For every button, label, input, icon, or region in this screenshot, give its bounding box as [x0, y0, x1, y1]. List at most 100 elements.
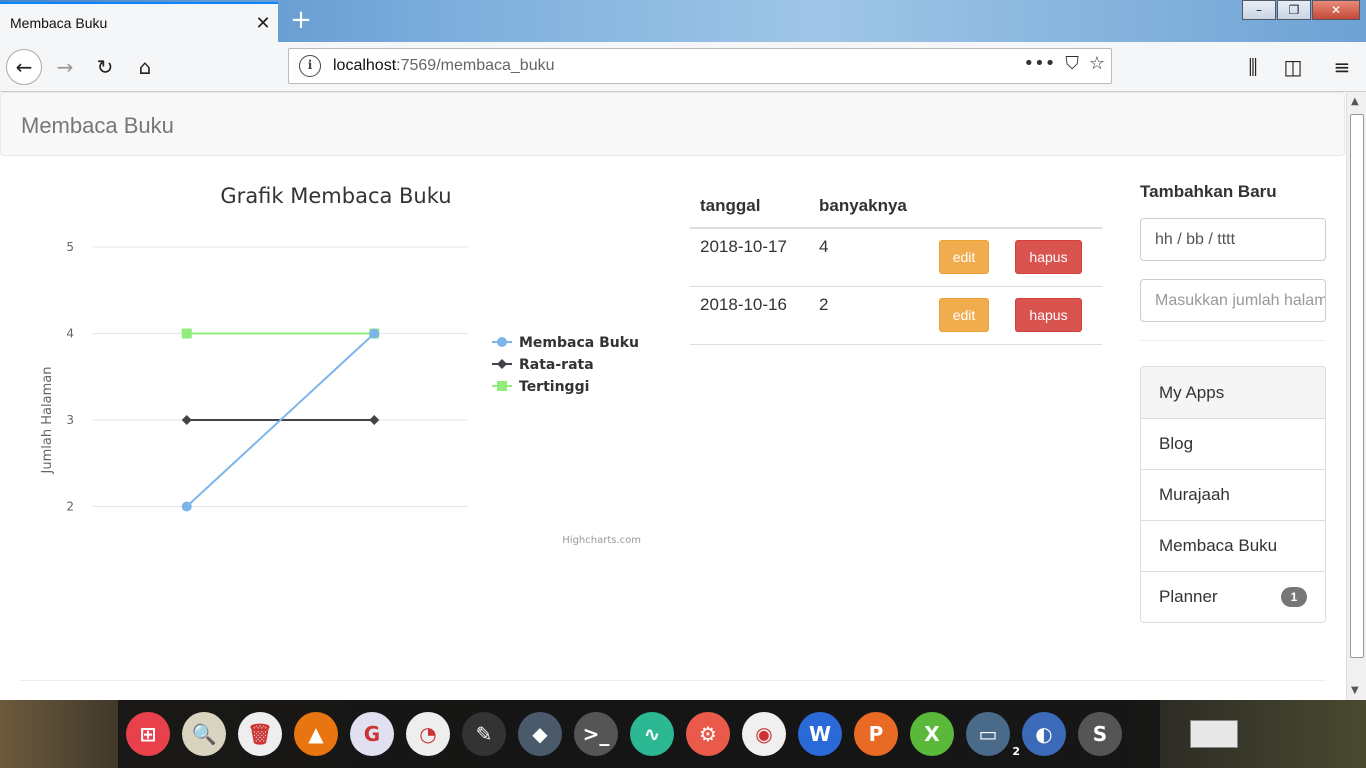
- minimize-icon[interactable]: –: [1242, 0, 1276, 20]
- pocket-icon[interactable]: ⛉: [1065, 53, 1079, 74]
- search-icon[interactable]: 🔍: [182, 712, 226, 756]
- site-info-icon[interactable]: i: [299, 55, 321, 77]
- reload-icon[interactable]: ↻: [88, 50, 122, 84]
- windows-icon[interactable]: ⊞: [126, 712, 170, 756]
- home-icon[interactable]: ⌂: [128, 50, 162, 84]
- close-window-icon[interactable]: ✕: [1312, 0, 1360, 20]
- reading-chart: Grafik Membaca Buku12345Jumlah Halaman20…: [20, 174, 670, 621]
- url-path: :7569/membaca_buku: [396, 57, 555, 74]
- window-controls: – ❐ ✕: [1241, 0, 1360, 20]
- hamburger-menu-icon[interactable]: ≡: [1325, 50, 1359, 84]
- chart-svg: Grafik Membaca Buku12345Jumlah Halaman20…: [40, 184, 641, 621]
- site-navbar: Membaca Buku: [0, 92, 1345, 156]
- chart-credits: Highcharts.com: [562, 535, 641, 546]
- library-icon[interactable]: ⫼: [1236, 50, 1270, 84]
- legend-item: Rata-rata: [519, 357, 594, 373]
- window-titlebar: Membaca Buku ✕ + – ❐ ✕: [0, 0, 1366, 42]
- excel-icon[interactable]: X: [910, 712, 954, 756]
- firefox-icon[interactable]: ◐: [1022, 712, 1066, 756]
- back-arrow-icon[interactable]: ←: [6, 49, 42, 85]
- table-row: 2018-10-17 4 edit hapus: [690, 228, 1102, 287]
- delete-button[interactable]: hapus: [1015, 240, 1082, 274]
- col-header-edit: [929, 184, 1005, 229]
- col-header-hapus: [1005, 184, 1102, 229]
- page-actions-icon[interactable]: •••: [1024, 53, 1056, 74]
- data-point: [181, 501, 192, 512]
- date-input[interactable]: hh / bb / tttt: [1140, 218, 1326, 261]
- delete-button[interactable]: hapus: [1015, 297, 1082, 332]
- dock-badge: 2: [1012, 745, 1020, 758]
- pie-chart-icon[interactable]: ◔: [406, 712, 450, 756]
- trash-icon[interactable]: 🗑: [238, 712, 282, 756]
- apps-list: My Apps Blog Murajaah Membaca Buku Plann…: [1140, 366, 1326, 623]
- navbar-brand[interactable]: Membaca Buku: [21, 113, 174, 139]
- settings-icon[interactable]: ⚙: [686, 712, 730, 756]
- bookmark-star-icon[interactable]: ☆: [1089, 53, 1105, 74]
- word-icon[interactable]: W: [798, 712, 842, 756]
- y-axis-label: Jumlah Halaman: [40, 367, 55, 475]
- data-point: [369, 415, 380, 425]
- monitor-icon[interactable]: ∿: [630, 712, 674, 756]
- app-link-murajaah[interactable]: Murajaah: [1141, 469, 1325, 520]
- powerpoint-icon[interactable]: P: [854, 712, 898, 756]
- dock: ⊞ 🔍 🗑 ▲ G ◔ ✎ ◆ >_ ∿ ⚙ ◉ W P X ▭ 2 ◐ S: [118, 700, 1160, 768]
- app-dark-icon[interactable]: ◆: [518, 712, 562, 756]
- legend-marker: [497, 359, 507, 369]
- legend-item: Tertinggi: [519, 379, 589, 395]
- right-panel: Tambahkan Baru hh / bb / tttt Masukkan j…: [1140, 182, 1326, 623]
- chart-title: Grafik Membaca Buku: [220, 184, 451, 208]
- y-tick-label: 4: [66, 327, 74, 341]
- y-tick-label: 2: [66, 500, 74, 514]
- forward-arrow-icon[interactable]: →: [48, 50, 82, 84]
- table-header-row: tanggal banyaknya: [690, 184, 1102, 229]
- app-link-blog[interactable]: Blog: [1141, 418, 1325, 469]
- app-link-planner[interactable]: Planner 1: [1141, 571, 1325, 622]
- reading-table: tanggal banyaknya 2018-10-17 4 edit hapu…: [690, 184, 1102, 345]
- data-point: [181, 328, 192, 339]
- url-host: localhost: [333, 57, 397, 74]
- vlc-icon[interactable]: ▲: [294, 712, 338, 756]
- inkscape-icon[interactable]: ✎: [462, 712, 506, 756]
- legend-marker: [497, 381, 507, 391]
- sublime-icon[interactable]: S: [1078, 712, 1122, 756]
- y-tick-label: 3: [66, 413, 74, 427]
- os-taskbar: ⊞ 🔍 🗑 ▲ G ◔ ✎ ◆ >_ ∿ ⚙ ◉ W P X ▭ 2 ◐ S: [0, 700, 1366, 768]
- amount-input[interactable]: Masukkan jumlah halaman: [1140, 279, 1326, 322]
- data-point: [181, 415, 192, 425]
- new-tab-icon[interactable]: +: [286, 6, 316, 36]
- maximize-icon[interactable]: ❐: [1277, 0, 1311, 20]
- scroll-up-icon[interactable]: ▲: [1351, 96, 1359, 107]
- cell-banyaknya: 2: [809, 286, 929, 345]
- files-icon[interactable]: ▭ 2: [966, 712, 1020, 758]
- app-link-membaca-buku[interactable]: Membaca Buku: [1141, 520, 1325, 571]
- terminal-icon[interactable]: >_: [574, 712, 618, 756]
- planner-badge: 1: [1281, 587, 1307, 607]
- tab-close-icon[interactable]: ✕: [248, 13, 278, 34]
- cell-tanggal: 2018-10-17: [690, 228, 809, 287]
- sidebar-toggle-icon[interactable]: ◫: [1276, 50, 1310, 84]
- address-bar[interactable]: i localhost:7569/membaca_buku ••• ⛉ ☆: [288, 48, 1112, 84]
- page-scrollbar[interactable]: ▲ ▼: [1346, 92, 1366, 700]
- eclipse-icon[interactable]: ◉: [742, 712, 786, 756]
- y-tick-label: 5: [66, 240, 74, 254]
- table-row: 2018-10-16 2 edit hapus: [690, 286, 1102, 345]
- footer-divider: [20, 680, 1326, 681]
- browser-tab[interactable]: Membaca Buku ✕: [0, 2, 278, 42]
- browser-toolbar: ← → ↻ ⌂ i localhost:7569/membaca_buku ••…: [0, 42, 1366, 92]
- page-content: Membaca Buku Grafik Membaca Buku 1 2 3 4 5 Jum…: [0, 92, 1346, 700]
- edit-button[interactable]: edit: [939, 240, 989, 274]
- apps-list-heading: My Apps: [1141, 367, 1325, 418]
- tab-title: Membaca Buku: [10, 15, 108, 31]
- col-header-banyaknya: banyaknya: [809, 184, 929, 229]
- legend-marker: [497, 337, 507, 347]
- cell-banyaknya: 4: [809, 228, 929, 287]
- app-orange-icon[interactable]: G: [350, 712, 394, 756]
- data-point: [369, 328, 380, 339]
- tray-window-icon[interactable]: [1190, 720, 1238, 748]
- legend-item: Membaca Buku: [519, 335, 639, 351]
- col-header-tanggal: tanggal: [690, 184, 809, 229]
- scroll-down-icon[interactable]: ▼: [1351, 685, 1359, 696]
- scroll-thumb[interactable]: [1350, 114, 1364, 658]
- edit-button[interactable]: edit: [939, 297, 989, 332]
- cell-tanggal: 2018-10-16: [690, 286, 809, 345]
